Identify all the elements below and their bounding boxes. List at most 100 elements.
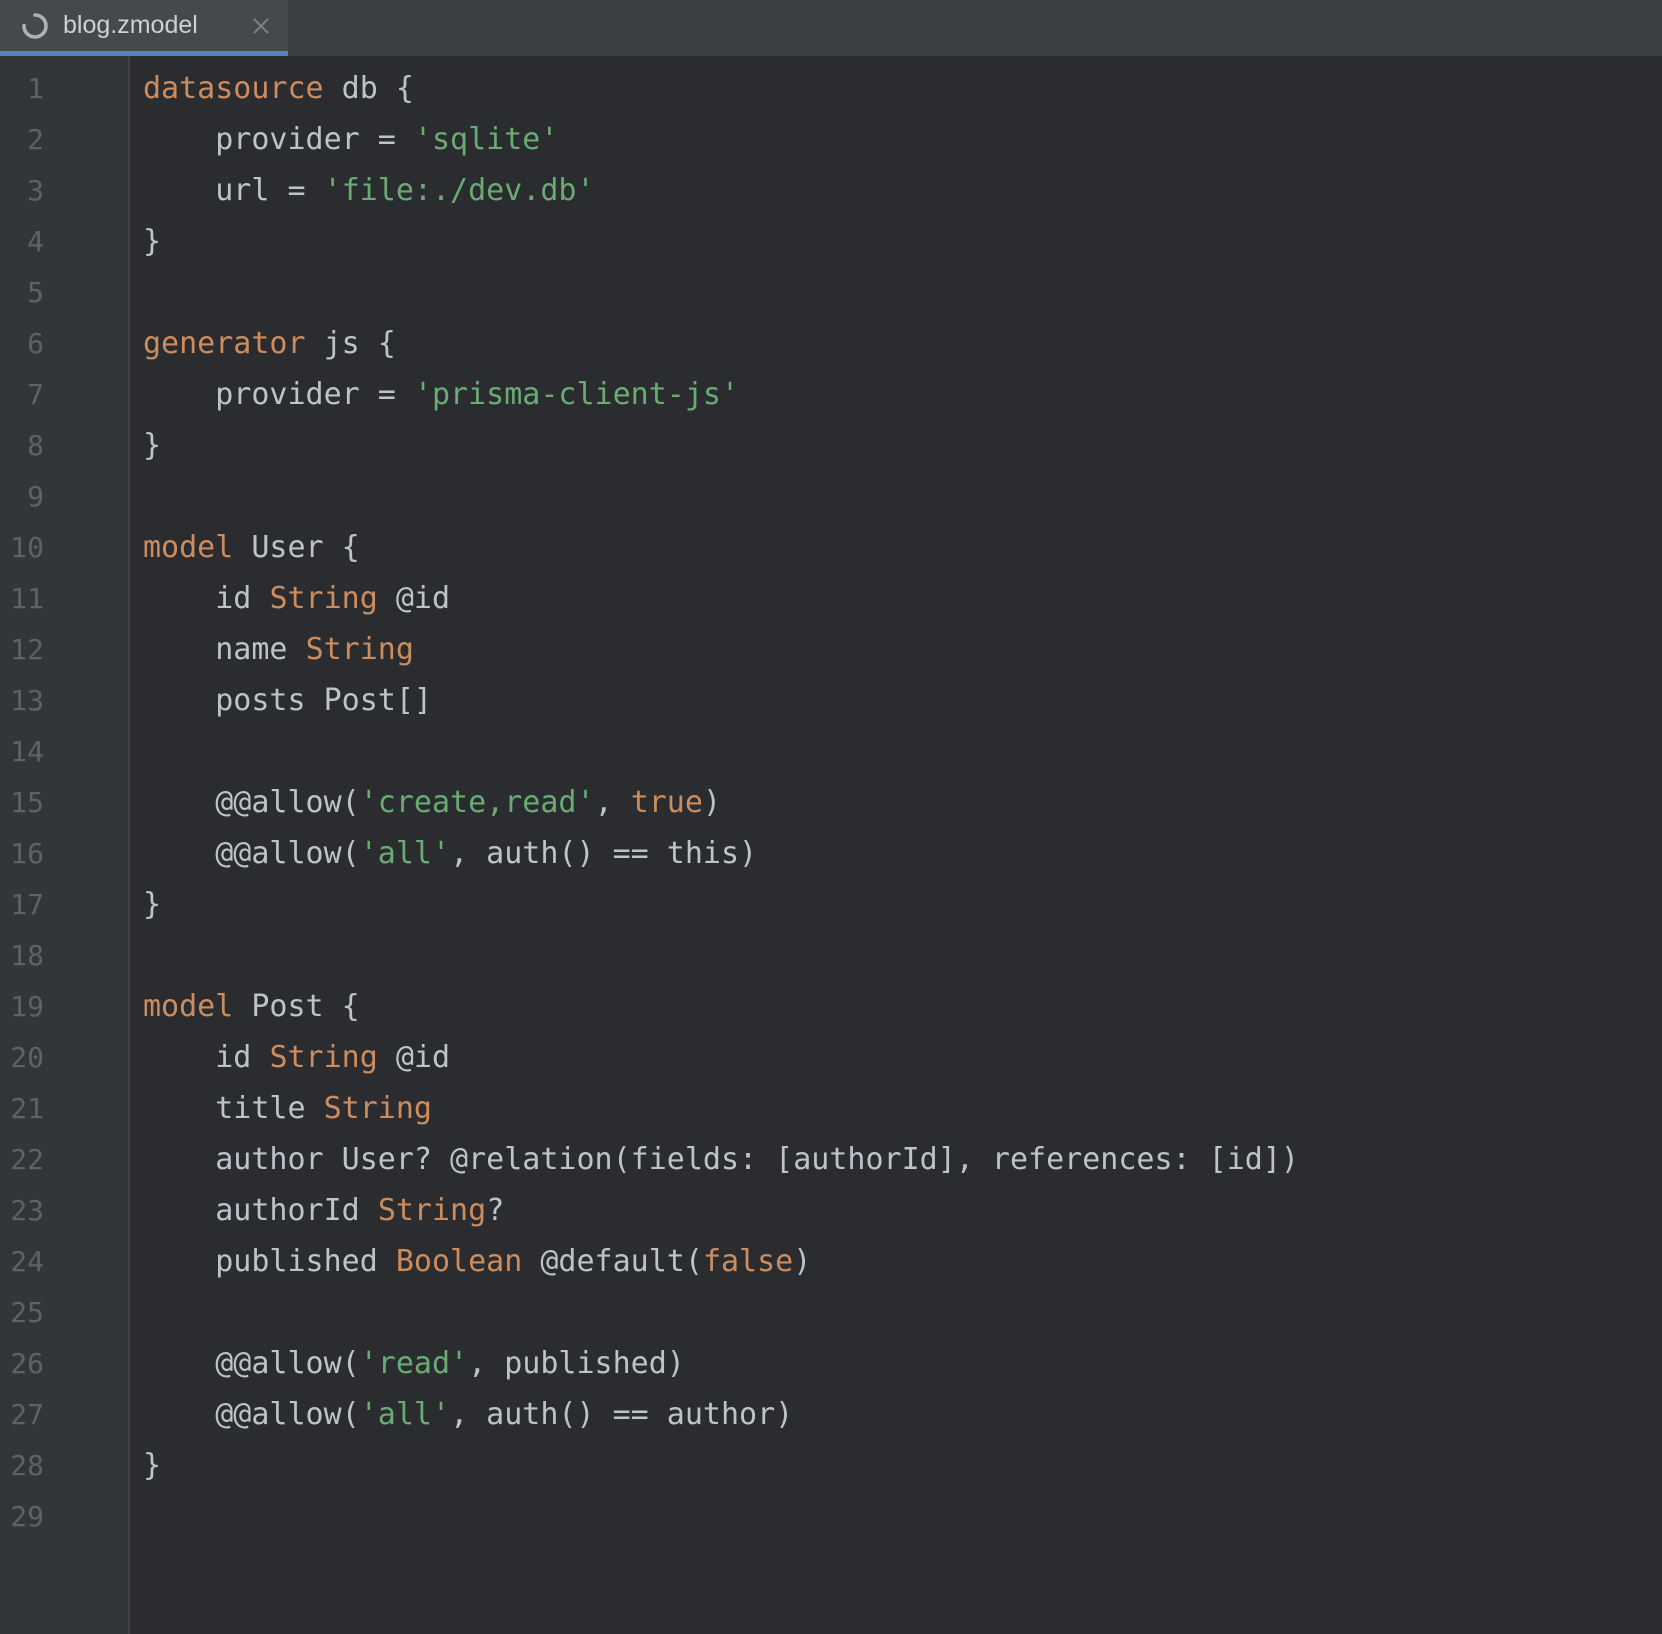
code-line[interactable]: model User { [143, 522, 1662, 573]
line-number[interactable]: 13 [0, 675, 128, 726]
line-number[interactable]: 1 [0, 63, 128, 114]
token-default: @@allow( [143, 785, 360, 820]
code-line[interactable] [143, 1491, 1662, 1542]
token-default: @id [378, 581, 450, 616]
line-number[interactable]: 7 [0, 369, 128, 420]
line-number[interactable]: 18 [0, 930, 128, 981]
line-number[interactable]: 29 [0, 1491, 128, 1542]
code-line[interactable]: } [143, 216, 1662, 267]
code-line[interactable]: @@allow('all', auth() == author) [143, 1389, 1662, 1440]
line-number[interactable]: 14 [0, 726, 128, 777]
code-line[interactable]: provider = 'prisma-client-js' [143, 369, 1662, 420]
code-area[interactable]: datasource db { provider = 'sqlite' url … [130, 56, 1662, 1634]
line-number[interactable]: 28 [0, 1440, 128, 1491]
line-number[interactable]: 12 [0, 624, 128, 675]
code-line[interactable]: } [143, 879, 1662, 930]
line-number[interactable]: 9 [0, 471, 128, 522]
token-default: @@allow( [143, 1346, 360, 1381]
token-default: } [143, 428, 161, 463]
code-line[interactable]: @@allow('all', auth() == this) [143, 828, 1662, 879]
line-number[interactable]: 3 [0, 165, 128, 216]
code-line[interactable]: } [143, 420, 1662, 471]
line-number[interactable]: 16 [0, 828, 128, 879]
token-keyword: String [269, 1040, 377, 1075]
token-keyword: model [143, 530, 233, 565]
line-number[interactable]: 21 [0, 1083, 128, 1134]
line-number[interactable]: 27 [0, 1389, 128, 1440]
token-default: , auth() == author) [450, 1397, 793, 1432]
line-number[interactable]: 2 [0, 114, 128, 165]
token-string: 'all' [360, 836, 450, 871]
token-string: 'all' [360, 1397, 450, 1432]
token-keyword: datasource [143, 71, 324, 106]
line-number[interactable]: 20 [0, 1032, 128, 1083]
line-number[interactable]: 25 [0, 1287, 128, 1338]
token-keyword: model [143, 989, 233, 1024]
code-line[interactable]: generator js { [143, 318, 1662, 369]
code-line[interactable]: published Boolean @default(false) [143, 1236, 1662, 1287]
token-default: db { [324, 71, 414, 106]
line-number[interactable]: 15 [0, 777, 128, 828]
line-number[interactable]: 19 [0, 981, 128, 1032]
token-default: , [595, 785, 631, 820]
token-default: @default( [522, 1244, 703, 1279]
code-line[interactable]: id String @id [143, 1032, 1662, 1083]
code-line[interactable] [143, 726, 1662, 777]
line-number[interactable]: 26 [0, 1338, 128, 1389]
line-number[interactable]: 10 [0, 522, 128, 573]
code-line[interactable]: authorId String? [143, 1185, 1662, 1236]
line-number-gutter: 1234567891011121314151617181920212223242… [0, 56, 130, 1634]
token-keyword: String [269, 581, 377, 616]
code-line[interactable]: title String [143, 1083, 1662, 1134]
token-default: title [143, 1091, 324, 1126]
code-line[interactable]: datasource db { [143, 63, 1662, 114]
token-keyword: String [306, 632, 414, 667]
token-default: , published) [468, 1346, 685, 1381]
editor-tab-bar: blog.zmodel [0, 0, 1662, 56]
token-default: } [143, 224, 161, 259]
line-number[interactable]: 8 [0, 420, 128, 471]
code-line[interactable] [143, 471, 1662, 522]
code-line[interactable]: } [143, 1440, 1662, 1491]
token-default: } [143, 1448, 161, 1483]
code-line[interactable]: name String [143, 624, 1662, 675]
token-default: , auth() == this) [450, 836, 757, 871]
token-keyword: String [324, 1091, 432, 1126]
code-line[interactable]: posts Post[] [143, 675, 1662, 726]
code-line[interactable]: @@allow('read', published) [143, 1338, 1662, 1389]
token-default: provider = [143, 122, 414, 157]
code-line[interactable]: author User? @relation(fields: [authorId… [143, 1134, 1662, 1185]
token-keyword: String [378, 1193, 486, 1228]
code-line[interactable]: provider = 'sqlite' [143, 114, 1662, 165]
token-default: ? [486, 1193, 504, 1228]
token-keyword: true [631, 785, 703, 820]
token-default: posts Post[] [143, 683, 432, 718]
code-line[interactable]: @@allow('create,read', true) [143, 777, 1662, 828]
line-number[interactable]: 24 [0, 1236, 128, 1287]
code-line[interactable] [143, 267, 1662, 318]
code-line[interactable]: id String @id [143, 573, 1662, 624]
code-line[interactable]: model Post { [143, 981, 1662, 1032]
token-string: 'create,read' [360, 785, 595, 820]
line-number[interactable]: 11 [0, 573, 128, 624]
token-string: 'file:./dev.db' [324, 173, 595, 208]
line-number[interactable]: 4 [0, 216, 128, 267]
line-number[interactable]: 22 [0, 1134, 128, 1185]
close-icon[interactable] [248, 13, 274, 39]
tab-title: blog.zmodel [63, 11, 235, 40]
code-line[interactable] [143, 1287, 1662, 1338]
line-number[interactable]: 5 [0, 267, 128, 318]
line-number[interactable]: 17 [0, 879, 128, 930]
token-default: } [143, 887, 161, 922]
token-string: 'prisma-client-js' [414, 377, 739, 412]
code-line[interactable] [143, 930, 1662, 981]
token-keyword: false [703, 1244, 793, 1279]
token-default: ) [793, 1244, 811, 1279]
tab-blog-zmodel[interactable]: blog.zmodel [0, 0, 288, 56]
line-number[interactable]: 23 [0, 1185, 128, 1236]
loading-spinner-icon [20, 11, 50, 41]
line-number[interactable]: 6 [0, 318, 128, 369]
code-line[interactable]: url = 'file:./dev.db' [143, 165, 1662, 216]
token-default: @id [378, 1040, 450, 1075]
token-default: @@allow( [143, 1397, 360, 1432]
